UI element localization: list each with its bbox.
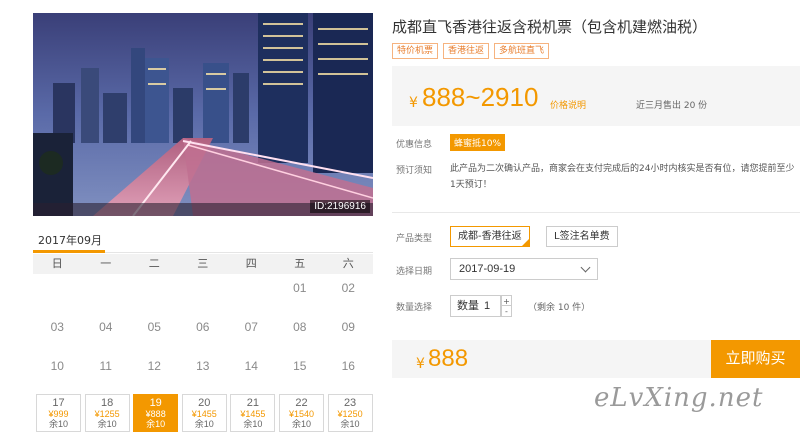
image-id-label: ID:2196916 <box>310 200 370 213</box>
currency-symbol: ¥ <box>416 356 425 372</box>
quantity-decrease-button[interactable]: - <box>501 306 512 317</box>
date-label: 选择日期 <box>396 267 433 277</box>
quantity-stepper: + - <box>500 295 512 317</box>
calendar-day: 09 <box>341 320 355 334</box>
weekday-sun: 日 <box>51 257 63 270</box>
tag-badge: 多航班直飞 <box>494 43 550 59</box>
type-option-selected[interactable]: 成都-香港往返 <box>450 226 530 247</box>
section-divider <box>392 212 800 213</box>
calendar-day: 12 <box>147 359 161 373</box>
calendar-week: 01 02 <box>33 277 373 316</box>
calendar-day <box>33 277 82 316</box>
date-select[interactable]: 2017-09-19 <box>450 258 598 280</box>
stock-remaining: （剩余 10 件） <box>528 303 591 313</box>
type-label: 产品类型 <box>396 234 433 244</box>
calendar-day: 05 <box>147 320 161 334</box>
tag-badge: 特价机票 <box>392 43 439 59</box>
product-image: ID:2196916 <box>33 13 373 216</box>
weekday-mon: 一 <box>100 257 112 270</box>
total-price: 888 <box>428 345 469 372</box>
weekday-tue: 二 <box>148 257 160 270</box>
calendar-day: 11 <box>99 359 112 373</box>
calendar-day: 04 <box>99 320 113 334</box>
quantity-prefix: 数量 <box>457 299 479 312</box>
calendar-day-priced[interactable]: 22 ¥1540 余10 <box>278 394 324 432</box>
weekday-wed: 三 <box>197 257 209 270</box>
calendar-day <box>227 277 276 316</box>
calendar-tab-indicator <box>33 250 105 253</box>
calendar-day-priced[interactable]: 21 ¥1455 余10 <box>230 394 276 432</box>
calendar-grid: 01 02 03 04 05 06 07 08 09 10 11 12 13 1… <box>33 277 373 394</box>
type-option[interactable]: L签注名单费 <box>546 226 618 247</box>
quantity-label: 数量选择 <box>396 303 433 313</box>
calendar-day <box>179 277 228 316</box>
calendar-day: 01 <box>293 281 307 295</box>
price-range: 888~2910 <box>422 82 539 112</box>
quantity-value: 1 <box>484 300 491 312</box>
calendar-day-priced[interactable]: 17 ¥999 余10 <box>36 394 81 432</box>
calendar-day: 14 <box>244 359 258 373</box>
date-value: 2017-09-19 <box>459 263 516 275</box>
calendar-week: 10 11 12 13 14 15 16 <box>33 355 373 394</box>
weekday-fri: 五 <box>294 257 306 270</box>
calendar-day-priced[interactable]: 23 ¥1250 余10 <box>327 394 373 432</box>
weekday-thu: 四 <box>245 257 257 270</box>
booking-notice: 此产品为二次确认产品，商家会在支付完成后的24小时内核实是否有位，请您提前至少1… <box>450 164 795 190</box>
booking-label: 预订须知 <box>396 166 433 176</box>
calendar-day <box>82 277 131 316</box>
calendar-day: 10 <box>50 359 64 373</box>
quantity-increase-button[interactable]: + <box>501 295 512 306</box>
calendar-day: 08 <box>293 320 307 334</box>
product-title: 成都直飞香港往返含税机票（包含机建燃油税） <box>392 18 708 36</box>
city-night-photo <box>33 13 373 216</box>
calendar-day: 13 <box>196 359 210 373</box>
calendar-weekday-header: 日 一 二 三 四 五 六 <box>33 254 373 274</box>
product-tags: 特价机票 香港往返 多航班直飞 <box>392 43 550 59</box>
calendar-day-selected[interactable]: 19 ¥888 余10 <box>133 394 179 432</box>
price-panel: ¥ 888~2910 价格说明 近三月售出 20 份 <box>392 66 800 126</box>
currency-symbol: ¥ <box>409 95 418 111</box>
calendar-day: 07 <box>244 320 258 334</box>
weekday-sat: 六 <box>342 257 354 270</box>
promo-badge: 蜂蜜抵10% <box>450 134 506 151</box>
calendar-month: 2017年09月 <box>38 234 102 247</box>
calendar-day <box>130 277 179 316</box>
buy-now-button[interactable]: 立即购买 <box>711 340 800 378</box>
promo-label: 优惠信息 <box>396 140 433 150</box>
calendar-day: 16 <box>341 359 355 373</box>
sold-count: 近三月售出 20 份 <box>636 101 708 111</box>
price-note-link[interactable]: 价格说明 <box>550 98 586 111</box>
calendar-day: 15 <box>293 359 307 373</box>
calendar-day: 03 <box>50 320 64 334</box>
calendar-day: 02 <box>341 281 355 295</box>
chevron-down-icon <box>580 262 591 273</box>
tag-badge: 香港往返 <box>443 43 490 59</box>
calendar-priced-week: 17 ¥999 余10 18 ¥1255 余10 19 ¥888 余10 20 … <box>36 394 376 432</box>
calendar-week: 03 04 05 06 07 08 09 <box>33 316 373 355</box>
calendar-day-priced[interactable]: 18 ¥1255 余10 <box>84 394 130 432</box>
calendar-day-priced[interactable]: 20 ¥1455 余10 <box>181 394 227 432</box>
calendar-day: 06 <box>196 320 210 334</box>
site-watermark: eLvXing.net <box>594 383 764 413</box>
